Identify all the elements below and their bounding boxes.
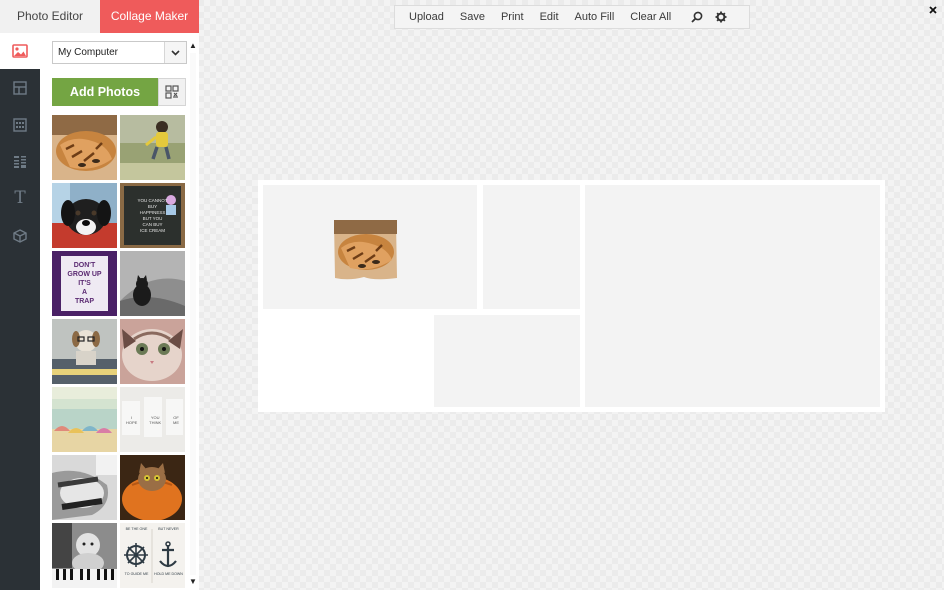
save-button[interactable]: Save: [452, 6, 493, 28]
anchor-quote-text: BE THE ONE TO GUIDE ME BUT NEVER HOLD ME…: [120, 523, 185, 588]
collage-cell[interactable]: [585, 185, 880, 407]
photo-thumbnail[interactable]: [120, 319, 185, 384]
tool-rail: T: [0, 33, 40, 590]
photos-panel: My Computer ▲ ▼ Add Photos YOU CANNOT BU…: [40, 33, 199, 590]
layouts-icon: [13, 80, 27, 95]
collage-cell[interactable]: [434, 315, 580, 407]
collage-canvas: [258, 180, 885, 412]
select-photos-button[interactable]: [158, 78, 186, 106]
thumb-text-line: ICE CREAM: [139, 227, 165, 233]
search-button[interactable]: [685, 6, 709, 28]
photo-thumbnail[interactable]: YOU CANNOT BUY HAPPINESS BUT YOU CAN BUY…: [120, 183, 185, 248]
rail-item-photos[interactable]: [0, 33, 40, 69]
patterns-icon: [14, 155, 26, 168]
thumb-text-line: DON'T: [73, 262, 96, 269]
rail-item-text[interactable]: T: [0, 180, 40, 217]
main-toolbar: Upload Save Print Edit Auto Fill Clear A…: [394, 5, 750, 29]
card-text-group: I HOPE: [126, 415, 137, 425]
grid-icon: [13, 117, 27, 132]
tab-photo-editor[interactable]: Photo Editor: [0, 0, 100, 33]
photo-thumbnail[interactable]: I HOPE YOU THINK OF ME: [120, 387, 185, 452]
letter-board-text: DON'T GROW UP IT'S A TRAP: [52, 251, 117, 316]
upload-button[interactable]: Upload: [395, 6, 452, 28]
rail-item-layouts[interactable]: [0, 69, 40, 106]
gear-icon: [715, 11, 727, 23]
settings-button[interactable]: [709, 6, 733, 28]
rail-item-patterns[interactable]: [0, 143, 40, 180]
rail-item-grid[interactable]: [0, 106, 40, 143]
thumb-text-line: HOPE: [125, 419, 138, 425]
close-button[interactable]: [927, 4, 939, 16]
mode-tabs: Photo Editor Collage Maker: [0, 0, 199, 39]
thumb-text-line: BE THE ONE: [125, 527, 148, 531]
thumb-text-line: IT'S: [78, 280, 91, 287]
photo-thumbnail[interactable]: [52, 115, 117, 180]
close-icon: [929, 6, 937, 14]
hope-card-text: I HOPE YOU THINK OF ME: [120, 387, 185, 452]
thumb-text-line: BUT NEVER: [158, 527, 179, 531]
thumb-text-line: THINK: [149, 419, 162, 425]
placed-photo[interactable]: [334, 220, 397, 281]
print-button[interactable]: Print: [493, 6, 532, 28]
photo-thumbnail[interactable]: [52, 455, 117, 520]
thumb-text-line: GROW UP: [67, 271, 102, 278]
thumb-text-line: HOLD ME DOWN: [154, 572, 183, 576]
collage-cell[interactable]: [263, 185, 477, 309]
scroll-down-icon[interactable]: ▼: [189, 577, 197, 586]
rail-item-stickers[interactable]: [0, 217, 40, 254]
scroll-up-icon[interactable]: ▲: [189, 41, 197, 50]
photo-source-value: My Computer: [58, 47, 119, 58]
photo-source-select[interactable]: My Computer: [52, 41, 187, 64]
edit-button[interactable]: Edit: [532, 6, 567, 28]
select-grid-icon: [165, 85, 179, 99]
photo-thumbnail[interactable]: [52, 387, 117, 452]
photo-thumbnail[interactable]: [120, 115, 185, 180]
photo-thumbnail[interactable]: [52, 183, 117, 248]
photo-thumbnail[interactable]: [120, 455, 185, 520]
stickers-icon: [13, 228, 27, 243]
tab-collage-maker[interactable]: Collage Maker: [100, 0, 199, 39]
collage-cell[interactable]: [483, 185, 580, 309]
photo-thumbnail[interactable]: [52, 319, 117, 384]
text-icon: T: [14, 188, 26, 208]
photo-thumbnail[interactable]: [52, 523, 117, 588]
search-icon: [691, 11, 703, 23]
chevron-down-icon: [164, 42, 186, 63]
chalkboard-text: YOU CANNOT BUY HAPPINESS BUT YOU CAN BUY…: [120, 183, 185, 248]
panel-scrollbar[interactable]: [190, 53, 196, 575]
add-photos-button[interactable]: Add Photos: [52, 78, 158, 106]
collage-cell[interactable]: [263, 314, 431, 407]
photo-thumbnail[interactable]: DON'T GROW UP IT'S A TRAP: [52, 251, 117, 316]
card-text-group: OF ME: [173, 415, 179, 425]
thumb-text-line: TRAP: [74, 298, 95, 305]
photos-icon: [12, 44, 28, 58]
photo-thumbnail[interactable]: [120, 251, 185, 316]
photo-thumbnail[interactable]: BE THE ONE TO GUIDE ME BUT NEVER HOLD ME…: [120, 523, 185, 588]
clear-all-button[interactable]: Clear All: [622, 6, 679, 28]
thumb-text-line: TO GUIDE ME: [124, 572, 149, 576]
auto-fill-button[interactable]: Auto Fill: [567, 6, 623, 28]
thumb-text-line: A: [81, 289, 88, 296]
thumb-text-line: ME: [173, 419, 180, 425]
card-text-group: YOU THINK: [149, 415, 161, 425]
